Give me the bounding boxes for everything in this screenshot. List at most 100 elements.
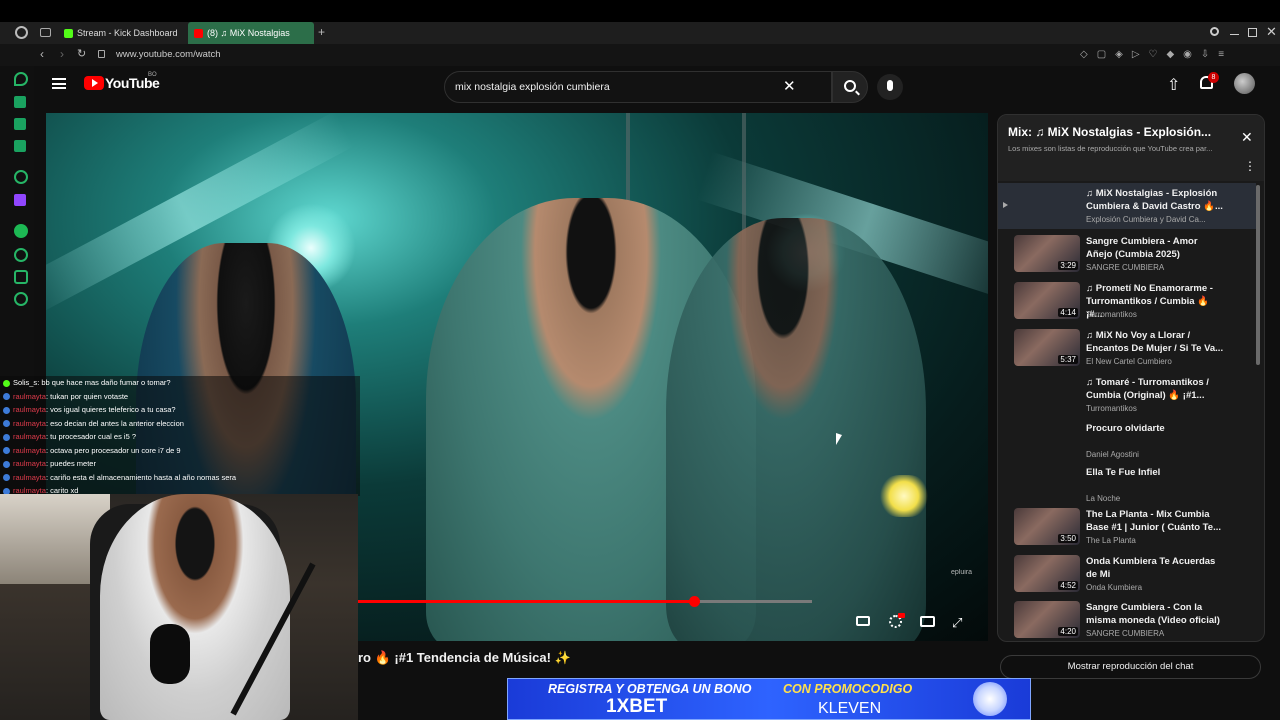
upload-icon[interactable]: ⇧ — [1167, 75, 1180, 95]
close-window-icon[interactable]: ✕ — [1266, 24, 1277, 40]
playlist-item-title[interactable]: The La Planta - Mix Cumbia Base #1 | Jun… — [1086, 508, 1226, 534]
new-tab-button[interactable]: + — [318, 25, 325, 39]
playlist-thumbnail[interactable]: 4:14 — [1014, 282, 1080, 319]
chat-badge-icon — [3, 433, 10, 441]
video-progress-scrubber[interactable] — [688, 596, 700, 607]
chat-username[interactable]: raulmayta — [13, 432, 46, 441]
show-chat-replay-button[interactable]: Mostrar reproducción del chat — [1000, 655, 1261, 679]
tab-kick-dashboard[interactable]: Stream - Kick Dashboard — [58, 22, 186, 44]
mouse-cursor-icon — [836, 433, 842, 445]
playlist-item-title[interactable]: Sangre Cumbiera - Amor Añejo (Cumbia 202… — [1086, 235, 1226, 261]
playlist-item-channel: The La Planta — [1086, 536, 1136, 545]
chat-username[interactable]: Solis_s — [13, 378, 37, 387]
sidebar-twitch-icon[interactable] — [14, 194, 26, 206]
playlist-item-channel: Turromantikos — [1086, 310, 1137, 319]
tab-overview-icon[interactable] — [40, 28, 51, 37]
chat-text: : tukan por quien votaste — [45, 391, 129, 401]
browser-search-icon[interactable] — [1210, 27, 1219, 36]
playlist-item-title[interactable]: Procuro olvidarte — [1086, 422, 1226, 435]
playlist-item-title[interactable]: Onda Kumbiera Te Acuerdas de Mi — [1086, 555, 1226, 581]
playlist-item[interactable]: 5:37 ♫ MiX No Voy a Llorar / Encantos De … — [998, 325, 1256, 371]
playlist-item[interactable]: 4:20 Sangre Cumbiera - Con la misma moned… — [998, 597, 1256, 641]
playlist-item-title[interactable]: Ella Te Fue Infiel — [1086, 466, 1226, 479]
duration-badge: 3:50 — [1058, 534, 1078, 543]
clear-search-icon[interactable]: ✕ — [783, 77, 796, 95]
playlist-thumbnail[interactable]: 3:50 — [1014, 508, 1080, 545]
chat-username[interactable]: raulmayta — [13, 392, 46, 401]
minimize-icon[interactable] — [1230, 34, 1239, 35]
playlist-thumbnail[interactable]: 4:52 — [1014, 555, 1080, 592]
playlist-item[interactable]: ♫ Tomaré - Turromantikos / Cumbia (Origi… — [998, 372, 1256, 418]
playlist-item-title[interactable]: Sangre Cumbiera - Con la misma moneda (V… — [1086, 601, 1226, 627]
lock-icon[interactable] — [98, 50, 105, 58]
microphone — [150, 624, 190, 684]
playlist-title[interactable]: Mix: ♫ MiX Nostalgias - Explosión... — [1008, 125, 1211, 139]
sidebar-clock-icon[interactable] — [14, 248, 28, 262]
sidebar-m-icon[interactable] — [14, 140, 26, 152]
browser-logo-icon[interactable] — [15, 26, 28, 39]
duration-badge: 3:29 — [1058, 261, 1078, 270]
avatar[interactable] — [1234, 73, 1255, 94]
voice-search-button[interactable] — [877, 74, 903, 100]
close-playlist-icon[interactable]: ✕ — [1241, 129, 1253, 146]
chat-badge-icon — [3, 393, 10, 401]
playlist-thumbnail[interactable]: 4:20 — [1014, 601, 1080, 638]
sidebar-extensions-icon[interactable] — [14, 270, 28, 284]
playlist-scrollbar[interactable] — [1256, 185, 1260, 365]
playlist-thumbnail[interactable]: 3:29 — [1014, 235, 1080, 272]
chat-username[interactable]: raulmayta — [13, 459, 46, 468]
hamburger-menu-icon[interactable] — [52, 78, 66, 89]
tab-label: (8) ♫ MiX Nostalgias — [207, 28, 290, 38]
video-progress-bar[interactable] — [358, 596, 812, 607]
chat-message: Solis_s: bb que hace mas daño fumar o to… — [0, 376, 360, 390]
sidebar-spotify-icon[interactable] — [14, 224, 28, 238]
search-input[interactable]: mix nostalgia explosión cumbiera — [455, 81, 610, 93]
sidebar-bag-icon[interactable] — [14, 96, 26, 108]
chat-username[interactable]: raulmayta — [13, 405, 46, 414]
promo-banner[interactable]: REGISTRA Y OBTENGA UN BONO CON PROMOCODI… — [507, 678, 1031, 720]
notification-badge: 8 — [1208, 72, 1219, 83]
screen-top-strip — [0, 0, 1280, 22]
forward-icon[interactable]: › — [60, 47, 64, 61]
fullscreen-icon[interactable]: ⤢ — [952, 615, 962, 631]
playlist-item[interactable]: 3:29 Sangre Cumbiera - Amor Añejo (Cumbia… — [998, 231, 1256, 277]
playlist-item-title[interactable]: ♫ MiX No Voy a Llorar / Encantos De Muje… — [1086, 329, 1226, 355]
search-button[interactable] — [832, 71, 868, 103]
sidebar-settings-icon[interactable] — [14, 292, 28, 306]
maximize-icon[interactable] — [1248, 28, 1257, 37]
playlist-item[interactable]: Procuro olvidarte Daniel Agostini — [998, 418, 1256, 464]
more-options-icon[interactable]: ⋮ — [1244, 159, 1256, 173]
chat-message: raulmayta: tu procesador cual es i5 ? — [0, 430, 360, 444]
youtube-logo-icon[interactable] — [84, 76, 104, 90]
sidebar-history-icon[interactable] — [14, 72, 28, 86]
playlist-item[interactable]: 3:50 The La Planta - Mix Cumbia Base #1 |… — [998, 504, 1256, 550]
sidebar-notes-icon[interactable] — [14, 118, 26, 130]
playlist-item-title[interactable]: ♫ MiX Nostalgias - Explosión Cumbiera & … — [1086, 187, 1226, 213]
chat-text: : puedes meter — [45, 459, 96, 468]
playlist-item[interactable]: 4:14 ♫ Prometí No Enamorarme - Turromanti… — [998, 278, 1256, 324]
playlist-header: Mix: ♫ MiX Nostalgias - Explosión... Los… — [998, 115, 1264, 181]
tab-youtube-mix[interactable]: (8) ♫ MiX Nostalgias — [188, 22, 314, 44]
url-field[interactable]: www.youtube.com/watch — [116, 49, 221, 60]
chat-username[interactable]: raulmayta — [13, 446, 46, 455]
banner-code: KLEVEN — [818, 700, 882, 717]
youtube-logo-suffix: BO — [148, 72, 157, 78]
playlist-item[interactable]: 4:52 Onda Kumbiera Te Acuerdas de Mi Onda … — [998, 551, 1256, 597]
captions-icon[interactable] — [856, 616, 870, 626]
back-icon[interactable]: ‹ — [40, 47, 44, 61]
chat-message: raulmayta: puedes meter — [0, 457, 360, 471]
playlist-item-channel: Onda Kumbiera — [1086, 583, 1143, 592]
chat-username[interactable]: raulmayta — [13, 473, 46, 482]
extension-icons[interactable]: ◇▢◈▷♡◆◉⇩≡ — [1080, 49, 1260, 61]
mix-playlist-panel: Mix: ♫ MiX Nostalgias - Explosión... Los… — [997, 114, 1265, 642]
playlist-item[interactable]: ♫ MiX Nostalgias - Explosión Cumbiera & … — [998, 183, 1256, 229]
playlist-item[interactable]: Ella Te Fue Infiel La Noche — [998, 462, 1256, 508]
search-box: mix nostalgia explosión cumbiera ✕ — [444, 71, 832, 103]
playlist-thumbnail[interactable]: 5:37 — [1014, 329, 1080, 366]
chat-username[interactable]: raulmayta — [13, 419, 46, 428]
sidebar-openai-icon[interactable] — [14, 170, 28, 184]
video-title: ro 🔥 ¡#1 Tendencia de Música! ✨ — [358, 650, 571, 665]
reload-icon[interactable]: ↻ — [77, 47, 86, 60]
playlist-item-title[interactable]: ♫ Tomaré - Turromantikos / Cumbia (Origi… — [1086, 376, 1226, 402]
theater-mode-icon[interactable] — [920, 616, 935, 627]
